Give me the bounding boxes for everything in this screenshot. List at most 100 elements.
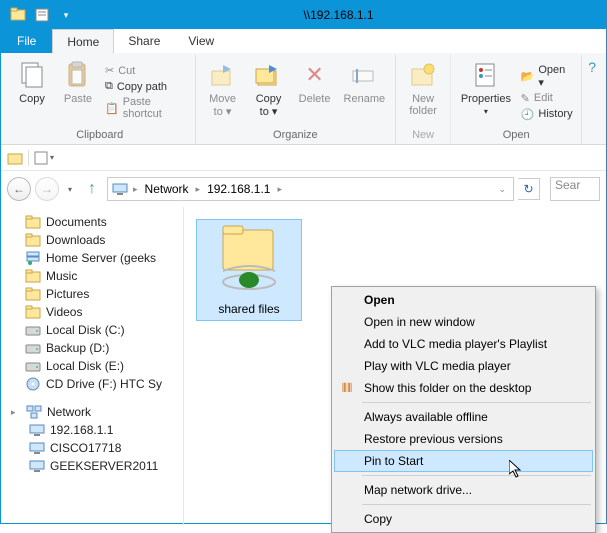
properties-button[interactable]: Properties▾: [457, 57, 515, 127]
tree-item[interactable]: CD Drive (F:) HTC Sy: [1, 375, 183, 393]
breadcrumb-host[interactable]: 192.168.1.1: [205, 182, 272, 196]
qat-properties-icon[interactable]: [31, 5, 53, 25]
menu-item[interactable]: Add to VLC media player's Playlist: [334, 333, 593, 355]
tab-home[interactable]: Home: [52, 29, 114, 53]
menu-item[interactable]: Open: [334, 289, 593, 311]
paste-shortcut-button[interactable]: 📋Paste shortcut: [103, 95, 189, 121]
history-dropdown[interactable]: ▾: [63, 177, 77, 201]
tree-item[interactable]: Music: [1, 267, 183, 285]
shared-folder-icon: [207, 224, 291, 298]
menu-item[interactable]: Restore previous versions: [334, 428, 593, 450]
delete-icon: ✕: [299, 59, 331, 91]
copy-icon: [16, 59, 48, 91]
window-title: \\192.168.1.1: [77, 8, 600, 22]
tree-item[interactable]: Backup (D:): [1, 339, 183, 357]
cut-icon: ✂: [105, 64, 114, 77]
tree-item[interactable]: Videos: [1, 303, 183, 321]
tree-network[interactable]: ▸ Network: [1, 403, 183, 421]
breadcrumb[interactable]: ▸ Network ▸ 192.168.1.1 ▸ ⌄: [107, 177, 514, 201]
history-button[interactable]: 🕘History: [519, 107, 576, 122]
tree-item[interactable]: CISCO17718: [1, 439, 183, 457]
computer-icon: [112, 182, 128, 196]
copy-to-button[interactable]: Copy to ▾: [248, 57, 290, 127]
paste-shortcut-icon: 📋: [105, 102, 119, 115]
group-clipboard: Copy Paste ✂Cut ⧉Copy path 📋Paste shortc…: [5, 55, 196, 144]
menu-item[interactable]: Copy: [334, 508, 593, 530]
new-folder-button[interactable]: New folder: [402, 57, 444, 127]
arrow-up-icon: ↑: [88, 180, 96, 198]
chevron-down-icon[interactable]: ⌄: [495, 184, 509, 195]
tree-item[interactable]: Downloads: [1, 231, 183, 249]
qat-dropdown-icon[interactable]: ▾: [55, 5, 77, 25]
context-menu: OpenOpen in new windowAdd to VLC media p…: [331, 286, 596, 533]
refresh-icon: ↻: [523, 182, 533, 196]
cd-icon: [25, 376, 41, 392]
group-open: Properties▾ 📂Open ▾ ✎Edit 🕘History Open: [451, 55, 582, 144]
quick-access-toolbar: ▾: [7, 5, 77, 25]
new-folder-icon: [407, 59, 439, 91]
menu-item[interactable]: Map network drive...: [334, 479, 593, 501]
delete-button[interactable]: ✕Delete: [294, 57, 336, 127]
chevron-right-icon[interactable]: ▸: [11, 407, 21, 418]
tab-share[interactable]: Share: [114, 29, 174, 53]
rename-icon: [348, 59, 380, 91]
file-item-shared-files[interactable]: shared files: [196, 219, 302, 321]
properties-small-icon[interactable]: [34, 151, 48, 165]
tree-item[interactable]: Local Disk (C:): [1, 321, 183, 339]
help-button[interactable]: ?: [582, 55, 602, 144]
copy-path-icon: ⧉: [105, 80, 113, 93]
navbar: ← → ▾ ↑ ▸ Network ▸ 192.168.1.1 ▸ ⌄ ↻ Se…: [1, 171, 606, 207]
copy-button[interactable]: Copy: [11, 57, 53, 127]
folder-icon: [25, 286, 41, 302]
ribbon: Copy Paste ✂Cut ⧉Copy path 📋Paste shortc…: [1, 53, 606, 145]
tree-item[interactable]: Local Disk (E:): [1, 357, 183, 375]
rename-button[interactable]: Rename: [340, 57, 390, 127]
computer-icon: [29, 440, 45, 456]
drive-icon: [25, 358, 41, 374]
up-button[interactable]: ↑: [81, 178, 103, 200]
folder-icon[interactable]: [7, 151, 23, 165]
menu-item[interactable]: Always available offline: [334, 406, 593, 428]
server-icon: [25, 250, 41, 266]
arrow-left-icon: ←: [13, 182, 25, 196]
tab-view[interactable]: View: [174, 29, 228, 53]
properties-icon: [470, 59, 502, 91]
tree-item[interactable]: 192.168.1.1: [1, 421, 183, 439]
menu-item[interactable]: Play with VLC media player: [334, 355, 593, 377]
copy-to-icon: [253, 59, 285, 91]
tree-item[interactable]: Home Server (geeks: [1, 249, 183, 267]
refresh-button[interactable]: ↻: [518, 178, 540, 200]
menu-item[interactable]: Pin to Start: [334, 450, 593, 472]
copy-path-button[interactable]: ⧉Copy path: [103, 79, 189, 94]
move-to-icon: [207, 59, 239, 91]
move-to-button[interactable]: Move to ▾: [202, 57, 244, 127]
history-icon: 🕘: [521, 108, 535, 121]
back-button[interactable]: ←: [7, 177, 31, 201]
paste-icon: [62, 59, 94, 91]
tree-item[interactable]: Pictures: [1, 285, 183, 303]
computer-icon: [29, 422, 45, 438]
edit-button[interactable]: ✎Edit: [519, 91, 576, 106]
menu-item[interactable]: ⦀⦀Show this folder on the desktop: [334, 377, 593, 399]
file-item-label: shared files: [218, 302, 279, 316]
titlebar: ▾ \\192.168.1.1: [1, 1, 606, 29]
forward-button[interactable]: →: [35, 177, 59, 201]
computer-icon: [29, 458, 45, 474]
folder-icon: [25, 232, 41, 248]
tree-item[interactable]: GEEKSERVER2011: [1, 457, 183, 475]
folder-icon: [25, 268, 41, 284]
tab-file[interactable]: File: [1, 29, 52, 53]
paste-button[interactable]: Paste: [57, 57, 99, 127]
fences-icon: ⦀⦀: [338, 380, 356, 396]
menu-item[interactable]: Open in new window: [334, 311, 593, 333]
open-button[interactable]: 📂Open ▾: [519, 63, 576, 90]
drive-icon: [25, 340, 41, 356]
app-icon[interactable]: [7, 5, 29, 25]
tree-item[interactable]: Documents: [1, 213, 183, 231]
search-input[interactable]: Sear: [550, 177, 600, 201]
arrow-right-icon: →: [41, 182, 53, 196]
ribbon-tabs: File Home Share View: [1, 29, 606, 53]
drive-icon: [25, 322, 41, 338]
cut-button[interactable]: ✂Cut: [103, 63, 189, 78]
breadcrumb-network[interactable]: Network: [143, 182, 191, 196]
